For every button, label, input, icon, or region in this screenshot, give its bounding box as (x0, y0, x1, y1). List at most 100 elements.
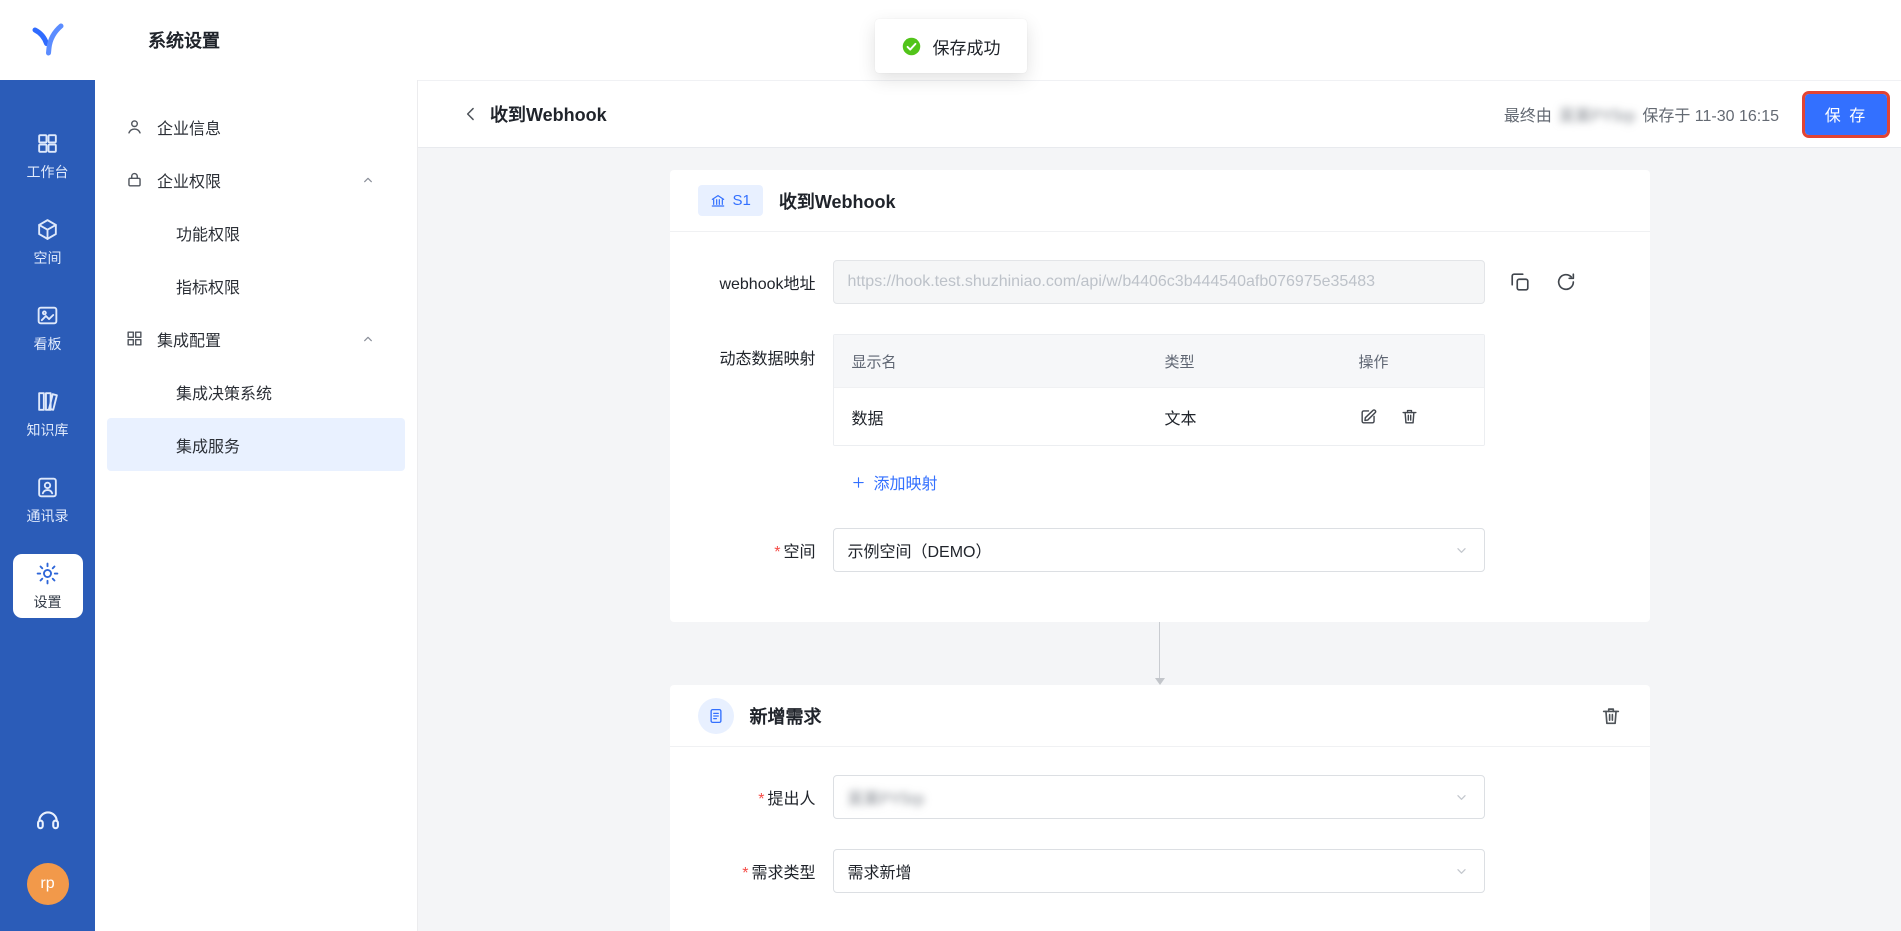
menu-item-label: 集成服务 (176, 433, 240, 457)
content-column: 收到Webhook 最终由 吴某PY5rp 保存于 11-30 16:15 保 … (418, 80, 1901, 931)
header-right: 最终由 吴某PY5rp 保存于 11-30 16:15 保 存 (1504, 94, 1887, 135)
rail-item-settings[interactable]: 设置 (13, 554, 83, 618)
webhook-url-label: webhook地址 (694, 270, 816, 294)
rail-nav: 工作台 空间 看板 知识库 (0, 80, 95, 618)
rail-item-label: 知识库 (27, 420, 69, 440)
content-header: 收到Webhook 最终由 吴某PY5rp 保存于 11-30 16:15 保 … (418, 80, 1901, 148)
rail-item-label: 设置 (34, 592, 62, 612)
brand-logo-icon (28, 20, 68, 60)
chevron-up-icon (360, 172, 376, 188)
chevron-down-icon (1453, 863, 1470, 880)
required-asterisk: * (758, 791, 764, 808)
proposer-row: *提出人 吴某PY5rp (670, 775, 1650, 819)
cell-display-name: 数据 (834, 405, 1165, 429)
board-icon (35, 303, 60, 328)
main-column: 系统设置 企业信息 企业权限 (95, 0, 1901, 931)
space-select-value: 示例空间（DEMO） (848, 538, 992, 562)
saved-suffix: 保存于 11-30 16:15 (1642, 102, 1779, 126)
edit-mapping-button[interactable] (1359, 407, 1378, 426)
flow-title: 收到Webhook (490, 101, 607, 127)
flow-canvas: S1 收到Webhook webhook地址 https://hook.test… (418, 148, 1901, 931)
space-row: *空间 示例空间（DEMO） (670, 528, 1650, 572)
rail-bottom: rp (27, 803, 69, 931)
demand-type-label: *需求类型 (694, 859, 816, 883)
webhook-url-value: https://hook.test.shuzhiniao.com/api/w/b… (848, 273, 1376, 291)
node-type-badge (698, 698, 734, 734)
menu-item-integration-decision[interactable]: 集成决策系统 (107, 365, 405, 418)
document-icon (707, 707, 725, 725)
delete-node-button[interactable] (1600, 705, 1622, 727)
flow-connector (1155, 622, 1165, 685)
settings-gear-icon (35, 561, 60, 586)
node-title: 新增需求 (750, 703, 822, 729)
menu-item-label: 企业信息 (157, 115, 221, 139)
back-button[interactable] (458, 101, 484, 127)
menu-item-metric-permissions[interactable]: 指标权限 (107, 259, 405, 312)
toast-text: 保存成功 (933, 34, 1001, 59)
header-cell-action: 操作 (1359, 351, 1484, 372)
webhook-url-actions (1485, 271, 1577, 293)
menu-item-feature-permissions[interactable]: 功能权限 (107, 206, 405, 259)
space-icon (35, 217, 60, 242)
masked-username: 吴某PY5rp (1559, 102, 1635, 126)
mapping-table-header: 显示名 类型 操作 (834, 335, 1484, 387)
menu-item-company-info[interactable]: 企业信息 (107, 100, 405, 153)
save-button[interactable]: 保 存 (1805, 94, 1887, 135)
knowledge-icon (35, 389, 60, 414)
rail-item-label: 空间 (34, 248, 62, 268)
menu-item-integration-service[interactable]: 集成服务 (107, 418, 405, 471)
user-avatar[interactable]: rp (27, 863, 69, 905)
settings-menu: 企业信息 企业权限 功能权限 指标权限 (95, 80, 418, 931)
rail-item-board[interactable]: 看板 (13, 296, 83, 360)
demand-card-body: *提出人 吴某PY5rp *需求类型 (670, 747, 1650, 931)
space-select[interactable]: 示例空间（DEMO） (833, 528, 1485, 572)
add-mapping-button[interactable]: 添加映射 (851, 470, 938, 494)
chevron-down-icon (1453, 789, 1470, 806)
chevron-left-icon (461, 104, 481, 124)
menu-item-label: 功能权限 (176, 221, 240, 245)
edit-icon (1359, 407, 1378, 426)
node-title: 收到Webhook (779, 188, 896, 214)
header-cell-name: 显示名 (834, 351, 1165, 372)
rail-item-label: 通讯录 (27, 506, 69, 526)
proposer-select[interactable]: 吴某PY5rp (833, 775, 1485, 819)
left-rail: 工作台 空间 看板 知识库 (0, 0, 95, 931)
rail-item-knowledge[interactable]: 知识库 (13, 382, 83, 446)
menu-item-integration-config[interactable]: 集成配置 (107, 312, 405, 365)
delete-mapping-button[interactable] (1400, 407, 1419, 426)
mapping-row: 动态数据映射 显示名 类型 操作 数据 (670, 334, 1650, 446)
copy-icon (1509, 271, 1531, 293)
connector-arrow-icon (1155, 678, 1165, 685)
brand-logo (0, 0, 95, 80)
refresh-icon (1555, 271, 1577, 293)
webhook-node-card: S1 收到Webhook webhook地址 https://hook.test… (670, 170, 1650, 622)
node-step-badge: S1 (698, 185, 763, 216)
menu-item-label: 企业权限 (157, 168, 221, 192)
add-mapping-label: 添加映射 (874, 470, 938, 494)
menu-item-label: 集成配置 (157, 327, 221, 351)
check-circle-icon (901, 36, 922, 57)
rail-item-space[interactable]: 空间 (13, 210, 83, 274)
contacts-icon (35, 475, 60, 500)
rail-item-contacts[interactable]: 通讯录 (13, 468, 83, 532)
webhook-card-body: webhook地址 https://hook.test.shuzhiniao.c… (670, 232, 1650, 622)
copy-button[interactable] (1509, 271, 1531, 293)
proposer-label: *提出人 (694, 785, 816, 809)
webhook-url-row: webhook地址 https://hook.test.shuzhiniao.c… (670, 260, 1650, 304)
webhook-card-header: S1 收到Webhook (670, 170, 1650, 232)
bank-icon (710, 193, 726, 209)
menu-item-company-permissions[interactable]: 企业权限 (107, 153, 405, 206)
mapping-label: 动态数据映射 (694, 334, 816, 386)
refresh-button[interactable] (1555, 271, 1577, 293)
plus-icon (851, 475, 866, 490)
user-icon (125, 117, 144, 136)
demand-type-select[interactable]: 需求新增 (833, 849, 1485, 893)
trash-icon (1400, 407, 1419, 426)
menu-item-label: 指标权限 (176, 274, 240, 298)
support-button[interactable] (31, 803, 65, 837)
chevron-down-icon (1453, 542, 1470, 559)
webhook-url-input[interactable]: https://hook.test.shuzhiniao.com/api/w/b… (833, 260, 1485, 304)
body-row: 企业信息 企业权限 功能权限 指标权限 (95, 80, 1901, 931)
add-mapping-row: 添加映射 (670, 470, 1650, 494)
rail-item-workbench[interactable]: 工作台 (13, 124, 83, 188)
